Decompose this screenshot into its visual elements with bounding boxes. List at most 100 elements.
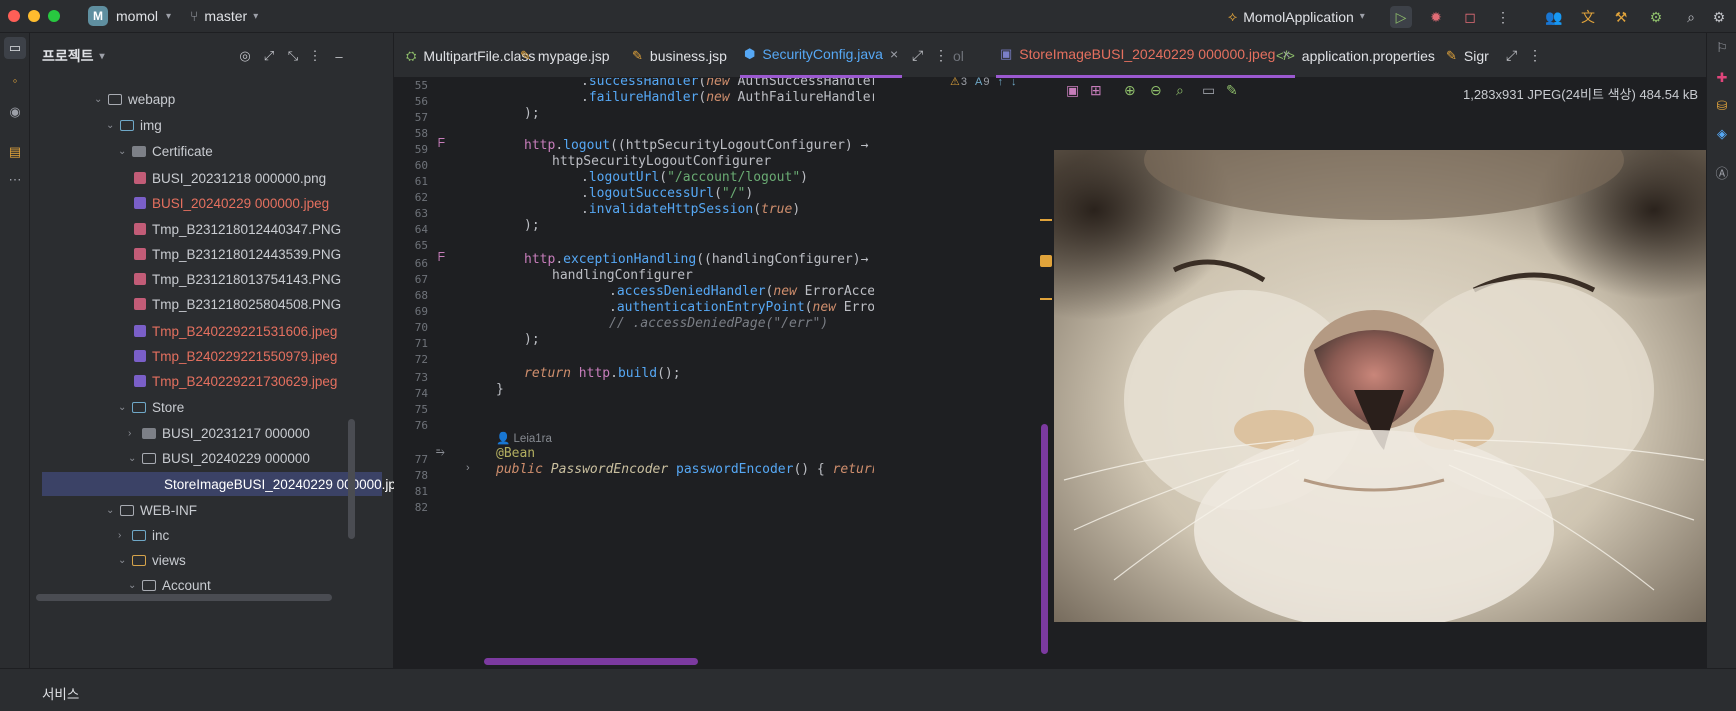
tree-item[interactable]: Tmp_B231218025804508.PNG xyxy=(128,292,341,316)
project-selector[interactable]: M momol ▾ xyxy=(88,6,171,26)
search-icon[interactable]: ⌕ xyxy=(1680,6,1702,28)
branch-selector[interactable]: ⑂ master ▾ xyxy=(190,8,258,24)
tools-icon[interactable]: ⚒ xyxy=(1610,6,1632,28)
tab-7[interactable]: </> application.properties xyxy=(1272,33,1439,78)
structure-icon[interactable]: ▤ xyxy=(4,141,26,163)
target-icon[interactable]: ◎ xyxy=(236,47,254,65)
actual-size-icon[interactable]: ⌕ xyxy=(1176,82,1184,99)
tree-item[interactable]: Tmp_B240229221730629.jpeg xyxy=(128,369,337,393)
tab-3[interactable]: ✎ business.jsp xyxy=(628,33,731,78)
tree-item[interactable]: ⌄ Store xyxy=(118,395,184,419)
tab-label: Sigr xyxy=(1463,47,1489,64)
next-highlight-icon[interactable]: ↓ xyxy=(1011,76,1017,88)
code-editor[interactable]: 55 56 57 58 59 60 61 62 63 64 65 66 67 68 69 70 71 72 73 74… xyxy=(394,75,1054,668)
expand-chevron-icon[interactable]: ⌄ xyxy=(128,580,142,591)
editor-horizontal-scrollbar[interactable] xyxy=(484,658,698,665)
color-picker-icon[interactable]: ✎ xyxy=(1226,82,1238,99)
line-number: 55 xyxy=(414,79,428,92)
previous-highlight-icon[interactable]: ↑ xyxy=(997,76,1003,88)
ai-assistant-icon[interactable]: Ⓐ xyxy=(1711,161,1733,183)
warning-stripe[interactable] xyxy=(1040,255,1052,267)
code-area[interactable]: .successHandler(new AuthSuccessHandler()… xyxy=(478,78,874,668)
tree-item[interactable]: Tmp_B231218012440347.PNG xyxy=(128,217,341,241)
collapse-all-icon[interactable]: ⤡ xyxy=(284,47,302,65)
run-configuration-selector[interactable]: ⟡ MomolApplication ▾ xyxy=(1228,8,1365,25)
expand-chevron-icon[interactable]: ⌄ xyxy=(118,555,132,566)
zoom-in-icon[interactable]: ⊕ xyxy=(1124,82,1136,99)
project-tool-icon[interactable]: ▭ xyxy=(4,37,26,59)
tree-item[interactable]: ⌄ BUSI_20240229 000000 xyxy=(128,446,310,470)
expand-chevron-icon[interactable]: ⌄ xyxy=(118,402,132,413)
services-panel-title[interactable]: 서비스 xyxy=(42,683,79,703)
spring-bean-gutter-icon[interactable]: ᖴ xyxy=(438,250,445,265)
more-vertical-icon[interactable]: ⋮ xyxy=(1492,6,1514,28)
tab-6[interactable]: ▣ StoreImageBUSI_20240229 000000.jpeg × xyxy=(996,33,1295,78)
close-window-button[interactable] xyxy=(8,10,20,22)
code-with-me-icon[interactable]: 👥 xyxy=(1543,6,1565,28)
tab-4[interactable]: ⬢ SecurityConfig.java × xyxy=(740,33,903,78)
notifications-icon[interactable]: ⚐ xyxy=(1711,37,1733,59)
tree-vertical-scrollbar[interactable] xyxy=(348,419,355,539)
tree-item[interactable]: Tmp_B240229221550979.jpeg xyxy=(128,344,337,368)
expand-chevron-icon[interactable]: ⌄ xyxy=(128,453,142,464)
tree-item[interactable]: ⌄ webapp xyxy=(94,87,175,111)
zoom-window-button[interactable] xyxy=(48,10,60,22)
chevron-down-icon[interactable]: ▾ xyxy=(100,51,105,62)
more-vertical-icon[interactable]: ⋮ xyxy=(930,33,952,78)
more-vertical-icon[interactable]: ⋮ xyxy=(306,47,324,65)
spring-bean-gutter-icon[interactable]: ᖴ xyxy=(438,136,445,151)
expand-all-icon[interactable]: ⤢ xyxy=(260,47,278,65)
expand-chevron-icon[interactable]: ⌄ xyxy=(106,505,120,516)
warning-stripe[interactable] xyxy=(1040,219,1052,221)
expand-chevron-icon[interactable]: ⌄ xyxy=(94,94,108,105)
tab-8[interactable]: ✎ Sigr xyxy=(1442,33,1493,78)
settings-icon[interactable]: ⚙ xyxy=(1708,6,1730,28)
chessboard-icon[interactable]: ▣ xyxy=(1066,82,1079,99)
tab-2[interactable]: ✎ mypage.jsp xyxy=(516,33,614,78)
expand-chevron-icon[interactable]: › xyxy=(128,428,142,439)
run-icon[interactable]: ▷ xyxy=(1390,6,1412,28)
expand-chevron-icon[interactable]: ⌄ xyxy=(118,146,132,157)
grid-icon[interactable]: ⊞ xyxy=(1090,82,1102,99)
expand-chevron-icon[interactable]: › xyxy=(118,530,132,541)
fit-zoom-icon[interactable]: ▭ xyxy=(1202,82,1215,99)
commit-icon[interactable]: ◦ xyxy=(4,69,26,91)
tree-item[interactable]: › BUSI_20231217 000000 xyxy=(128,421,310,445)
tree-item[interactable]: › inc xyxy=(118,523,169,547)
translate-icon[interactable]: 文 xyxy=(1577,6,1599,28)
tree-item[interactable]: ⌄ Certificate xyxy=(118,139,213,163)
gradle-icon[interactable]: ◈ xyxy=(1711,123,1733,145)
close-icon[interactable]: × xyxy=(890,46,898,62)
github-icon[interactable]: ◉ xyxy=(4,101,26,123)
editor-vertical-scrollbar[interactable] xyxy=(1041,424,1048,654)
hide-panel-icon[interactable]: – xyxy=(330,47,348,65)
expand-icon[interactable]: ⤢ xyxy=(908,33,927,78)
expand-icon[interactable]: ⤢ xyxy=(1502,33,1521,78)
implementation-gutter-icon[interactable]: ⥱ xyxy=(436,446,445,459)
more-tools-icon[interactable]: ⋯ xyxy=(4,169,26,191)
line-number: 56 xyxy=(414,95,428,108)
minimize-window-button[interactable] xyxy=(28,10,40,22)
fold-chevron-icon[interactable]: › xyxy=(466,462,470,474)
debug-icon[interactable]: ✹ xyxy=(1425,6,1447,28)
tree-horizontal-scrollbar[interactable] xyxy=(36,594,332,601)
project-panel-title[interactable]: 프로젝트 xyxy=(42,46,94,66)
tree-item[interactable]: StoreImageBUSI_20240229 000000.jpeg xyxy=(42,472,411,496)
tree-item[interactable]: Tmp_B240229221531606.jpeg xyxy=(128,319,337,343)
zoom-out-icon[interactable]: ⊖ xyxy=(1150,82,1162,99)
tree-item[interactable]: ⌄ views xyxy=(118,548,186,572)
plugin-icon[interactable]: ⚙ xyxy=(1645,6,1667,28)
tree-item[interactable]: ⌄ img xyxy=(106,113,162,137)
plugin-badge-icon[interactable]: ✚ xyxy=(1711,67,1733,89)
tree-item[interactable]: ⌄ WEB-INF xyxy=(106,498,197,522)
stop-icon[interactable]: ◻ xyxy=(1459,6,1481,28)
tree-item[interactable]: Tmp_B231218012443539.PNG xyxy=(128,242,341,266)
tree-item[interactable]: BUSI_20240229 000000.jpeg xyxy=(128,191,329,215)
more-vertical-icon[interactable]: ⋮ xyxy=(1524,33,1546,78)
warning-stripe[interactable] xyxy=(1040,298,1052,300)
database-icon[interactable]: ⛁ xyxy=(1711,95,1733,117)
tree-item[interactable]: BUSI_20231218 000000.png xyxy=(128,166,326,190)
expand-chevron-icon[interactable]: ⌄ xyxy=(106,120,120,131)
tree-item[interactable]: Tmp_B231218013754143.PNG xyxy=(128,267,341,291)
inspection-widget[interactable]: ⚠ 3 A9 ↑ ↓ xyxy=(950,75,1017,89)
